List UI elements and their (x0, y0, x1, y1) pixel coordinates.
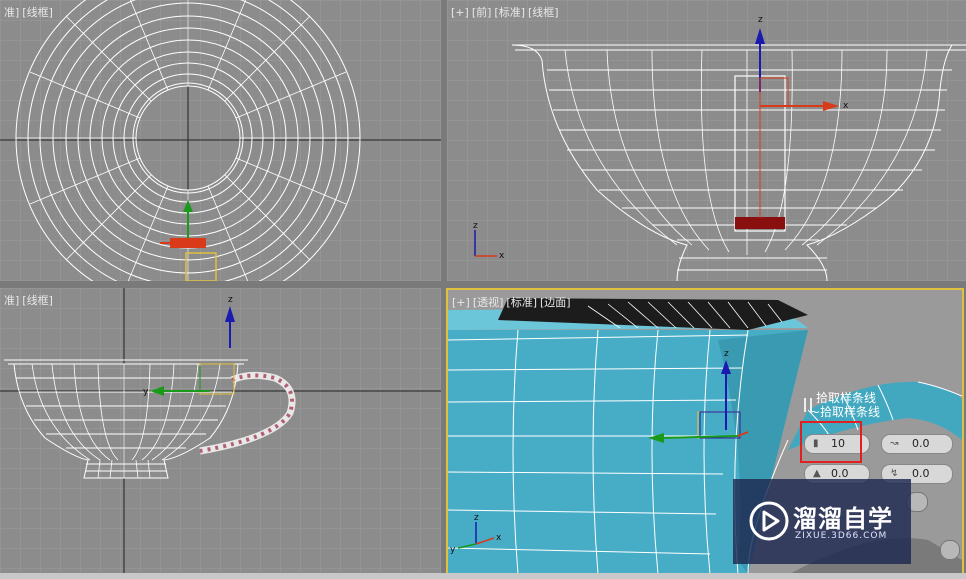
watermark-name: 溜溜自学 (793, 505, 893, 533)
pick-spline-subtitle: ~拾取样条线 (810, 405, 881, 419)
top-view-canvas (0, 0, 441, 281)
viewport-top-label[interactable]: 准] [线框] (4, 4, 56, 20)
label-view[interactable]: [透视] (473, 296, 504, 309)
left-view-canvas: z y (0, 288, 441, 573)
status-strip (0, 573, 966, 579)
caddy-grip-icon[interactable] (804, 398, 812, 412)
persp-gizmo-x-label: x (496, 533, 502, 543)
label-wireframe[interactable]: [线框] (528, 6, 559, 19)
caddy-ok-button[interactable] (940, 540, 960, 560)
persp-gizmo-z-label: z (474, 513, 479, 523)
front-view-canvas: z x z x (447, 0, 966, 281)
taper-value[interactable]: 0.0 (912, 465, 930, 483)
left-axis-y-label: y (143, 387, 149, 397)
viewport-left[interactable]: z y 准] [线框] (0, 288, 441, 573)
persp-gizmo-y-label: y (450, 545, 456, 555)
left-axis-z-label: z (228, 295, 233, 305)
offset-icon: ↝ (890, 438, 899, 449)
label-shading[interactable]: 准] (4, 6, 19, 19)
label-shading[interactable]: 准] (4, 294, 19, 307)
front-axis-z-label: z (758, 15, 763, 25)
label-wireframe[interactable]: [线框] (22, 294, 53, 307)
label-standard[interactable]: [标准] (494, 6, 525, 19)
label-plus[interactable]: [+] (451, 6, 469, 19)
watermark-url: ZIXUE.3D66.COM (795, 531, 888, 541)
pick-spline-caddy: 拾取样条线 ~拾取样条线 (800, 391, 900, 419)
viewport-top[interactable]: 准] [线框] (0, 0, 441, 281)
front-gizmo-x-label: x (499, 251, 505, 261)
play-logo-icon (749, 501, 789, 541)
front-gizmo-z-label: z (473, 221, 478, 231)
pick-spline-title: 拾取样条线 (816, 391, 877, 405)
offset-value[interactable]: 0.0 (912, 435, 930, 453)
persp-axis-z-label: z (724, 349, 729, 359)
offset-spinner[interactable]: ↝ 0.0 (881, 434, 953, 454)
viewport-left-label[interactable]: 准] [线框] (4, 292, 56, 308)
label-standard[interactable]: [标准] (506, 296, 537, 309)
watermark: 溜溜自学 ZIXUE.3D66.COM (733, 479, 911, 564)
label-plus[interactable]: [+] (452, 296, 470, 309)
front-axis-x-label: x (843, 101, 849, 111)
viewport-perspective-label[interactable]: [+] [透视] [标准] [边面] (452, 294, 574, 310)
steps-highlight (800, 421, 862, 463)
label-view[interactable]: [前] (472, 6, 492, 19)
label-wireframe[interactable]: [线框] (22, 6, 53, 19)
label-edged-faces[interactable]: [边面] (540, 296, 571, 309)
viewport-front-label[interactable]: [+] [前] [标准] [线框] (451, 4, 562, 20)
viewport-front[interactable]: z x z x [+] [前] [标准] [线框] (447, 0, 966, 281)
